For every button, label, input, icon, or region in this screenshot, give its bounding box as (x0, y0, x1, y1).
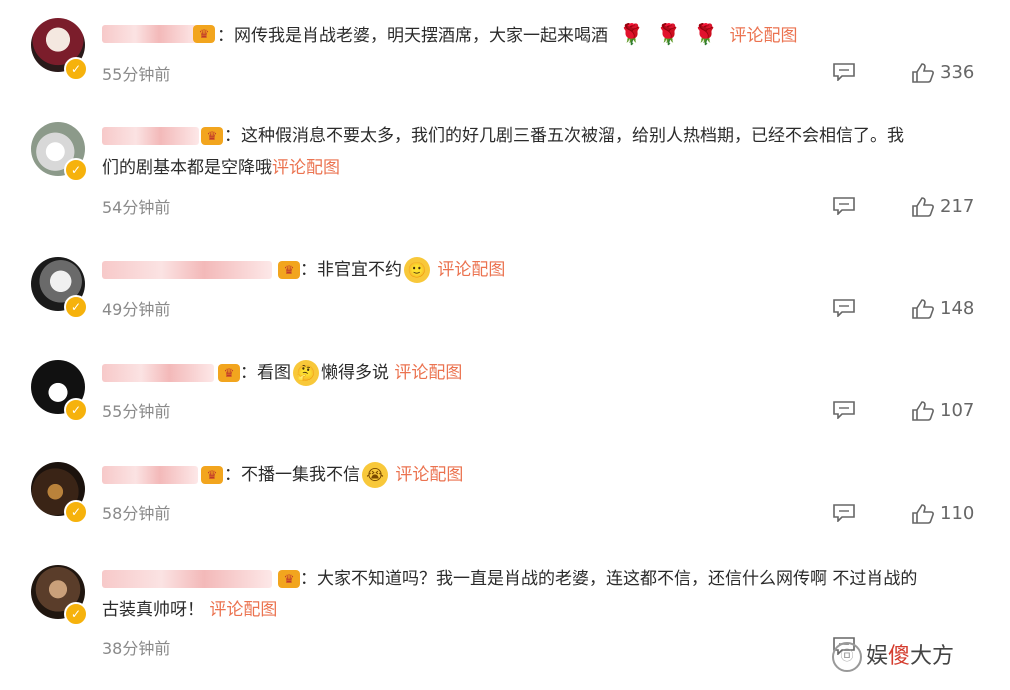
blurred-username[interactable] (102, 364, 214, 382)
comment-icon[interactable] (833, 63, 855, 81)
timestamp: 38分钟前 (102, 639, 171, 658)
comment-text: ：网传我是肖战老婆，明天摆酒席，大家一起来喝酒 🌹 🌹 🌹 评论配图 (217, 22, 798, 46)
verified-badge-icon: ✓ (64, 158, 88, 182)
timestamp: 55分钟前 (102, 65, 171, 84)
watermark: ㉤娱傻大方 (832, 638, 954, 672)
watermark-logo-icon: ㉤ (832, 642, 862, 672)
comment-image-link[interactable]: 评论配图 (437, 260, 505, 280)
like-button[interactable]: 217 (912, 196, 974, 217)
thumbs-up-icon (912, 401, 934, 421)
comment-text: ：这种假消息不要太多，我们的好几剧三番五次被溜，给别人热档期，已经不会相信了。我 (224, 126, 904, 146)
thinking-emoji: 🤔 (293, 360, 319, 386)
like-count: 336 (940, 62, 975, 83)
crying-emoji: 😭 (362, 462, 388, 488)
thumbs-up-icon (912, 299, 934, 319)
like-count: 110 (940, 503, 975, 524)
comment-image-link[interactable]: 评论配图 (395, 465, 463, 485)
blurred-username[interactable] (102, 261, 272, 279)
comment-text: ：看图 🤔 懒得多说 评论配图 (240, 356, 462, 390)
comment-image-link[interactable]: 评论配图 (272, 158, 340, 178)
comment-icon[interactable] (833, 197, 855, 215)
blurred-username[interactable] (102, 127, 199, 145)
fan-crown-icon: ♛ (278, 570, 300, 588)
timestamp: 49分钟前 (102, 300, 171, 319)
like-button[interactable]: 336 (912, 62, 974, 83)
comment-image-link[interactable]: 评论配图 (209, 600, 277, 620)
blurred-username[interactable] (102, 466, 198, 484)
timestamp: 54分钟前 (102, 198, 171, 217)
timestamp: 58分钟前 (102, 504, 171, 523)
thumbs-up-icon (912, 504, 934, 524)
verified-badge-icon: ✓ (64, 295, 88, 319)
comment-text-line2: 古装真帅呀！ 评论配图 (102, 600, 278, 620)
verified-badge-icon: ✓ (64, 602, 88, 626)
fan-crown-icon: ♛ (201, 127, 223, 145)
smile-emoji: 🙂 (404, 257, 430, 283)
fan-crown-icon: ♛ (201, 466, 223, 484)
thumbs-up-icon (912, 197, 934, 217)
blurred-username[interactable] (102, 570, 272, 588)
like-count: 217 (940, 196, 975, 217)
timestamp: 55分钟前 (102, 402, 171, 421)
comment-text: ：不播一集我不信 😭 评论配图 (224, 458, 463, 492)
verified-badge-icon: ✓ (64, 398, 88, 422)
like-button[interactable]: 107 (912, 400, 974, 421)
comment-icon[interactable] (833, 504, 855, 522)
comment-text: ：大家不知道吗？我一直是肖战的老婆，连这都不信，还信什么网传啊 不过肖战的 (300, 569, 918, 589)
comment-image-link[interactable]: 评论配图 (394, 363, 462, 383)
fan-crown-icon: ♛ (193, 25, 215, 43)
comment-text-line2: 们的剧基本都是空降哦评论配图 (102, 158, 340, 178)
like-button[interactable]: 110 (912, 503, 974, 524)
comment-text: ：非官宜不约 🙂 评论配图 (300, 253, 505, 287)
comment-icon[interactable] (833, 299, 855, 317)
like-count: 148 (940, 298, 975, 319)
fan-crown-icon: ♛ (218, 364, 240, 382)
comment-icon[interactable] (833, 401, 855, 419)
rose-emoji: 🌹 (693, 22, 719, 46)
rose-emoji: 🌹 (619, 22, 645, 46)
comment-image-link[interactable]: 评论配图 (730, 26, 798, 46)
thumbs-up-icon (912, 63, 934, 83)
like-button[interactable]: 148 (912, 298, 974, 319)
verified-badge-icon: ✓ (64, 500, 88, 524)
verified-badge-icon: ✓ (64, 57, 88, 81)
fan-crown-icon: ♛ (278, 261, 300, 279)
blurred-username[interactable] (102, 25, 197, 43)
rose-emoji: 🌹 (656, 22, 682, 46)
like-count: 107 (940, 400, 975, 421)
